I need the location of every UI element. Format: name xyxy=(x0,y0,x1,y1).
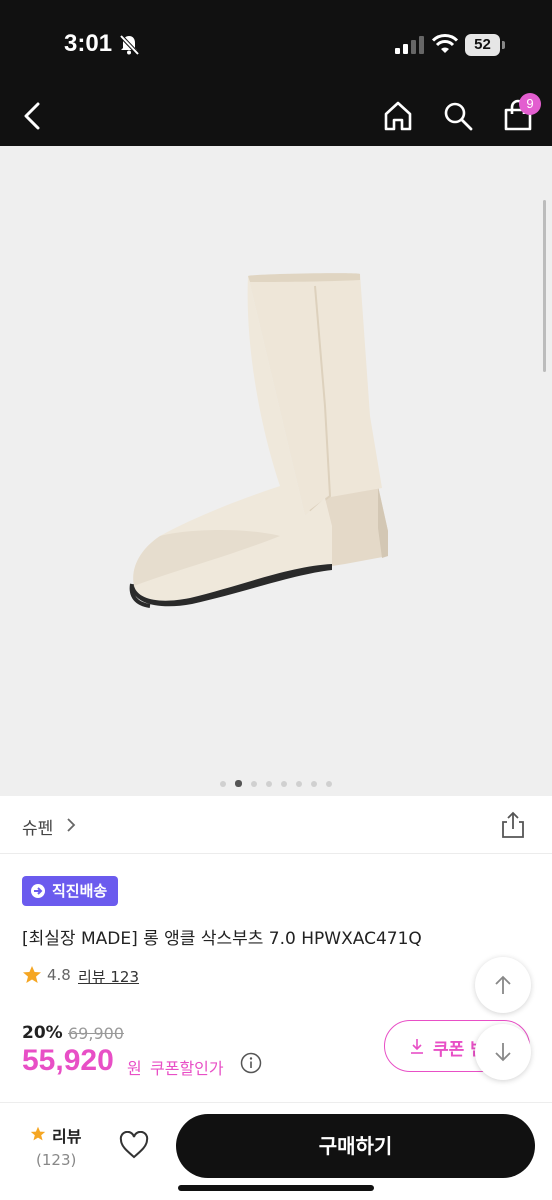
coupon-price-label: 쿠폰할인가 xyxy=(150,1059,224,1078)
pagination-dot xyxy=(326,781,333,787)
cart-count-badge: 9 xyxy=(519,93,541,115)
bell-slash-icon xyxy=(119,34,140,56)
info-icon[interactable] xyxy=(240,1052,262,1074)
home-indicator xyxy=(178,1185,374,1191)
delivery-arrow-icon xyxy=(31,884,45,898)
currency-unit: 원 xyxy=(127,1059,142,1078)
scrollbar[interactable] xyxy=(543,200,546,372)
scroll-to-bottom-button[interactable] xyxy=(475,1024,531,1080)
star-icon xyxy=(30,1126,46,1141)
pagination-dot xyxy=(219,781,226,787)
share-icon[interactable] xyxy=(498,810,528,840)
pagination-dot xyxy=(296,781,303,787)
product-title: [최실장 MADE] 롱 앵클 삭스부츠 7.0 HPWXAC471Q xyxy=(22,929,422,949)
status-bar: 3:01 52 xyxy=(0,0,552,86)
pagination-dot xyxy=(250,781,257,787)
home-icon[interactable] xyxy=(380,98,416,134)
star-icon xyxy=(23,966,41,983)
direct-delivery-badge: 직진배송 xyxy=(22,876,118,906)
brand-link[interactable]: 슈펜 xyxy=(22,814,53,839)
heart-icon[interactable] xyxy=(119,1131,149,1159)
arrow-down-icon xyxy=(495,1043,511,1062)
back-icon[interactable] xyxy=(16,98,52,134)
pagination-dot xyxy=(311,781,318,787)
wifi-icon xyxy=(432,34,458,53)
top-nav-bar xyxy=(0,86,552,146)
rating-value: 4.8 xyxy=(47,966,71,984)
product-image-gallery[interactable] xyxy=(0,146,552,796)
badge-label: 직진배송 xyxy=(52,882,108,900)
signal-icon xyxy=(395,36,424,54)
arrow-up-icon xyxy=(495,975,511,994)
review-tab-label[interactable]: 리뷰 xyxy=(52,1123,81,1147)
review-count-link[interactable]: 리뷰 123 xyxy=(78,966,139,987)
pagination-dot xyxy=(281,781,288,787)
pagination-dot-active xyxy=(234,780,242,787)
ankle-boot-image xyxy=(129,273,388,608)
download-icon xyxy=(411,1039,423,1054)
status-time: 3:01 xyxy=(64,30,113,57)
discount-rate: 20% xyxy=(22,1023,63,1043)
review-tab-count[interactable]: (123) xyxy=(36,1151,76,1169)
scroll-to-top-button[interactable] xyxy=(475,957,531,1013)
chevron-right-icon[interactable] xyxy=(64,816,78,834)
search-icon[interactable] xyxy=(440,98,476,134)
pagination-dot xyxy=(265,781,272,787)
battery-icon: 52 xyxy=(465,34,505,56)
battery-level: 52 xyxy=(465,34,500,56)
gallery-pagination xyxy=(0,772,552,787)
buy-button[interactable]: 구매하기 xyxy=(176,1114,535,1178)
brand-row: 슈펜 xyxy=(0,796,552,854)
sale-price: 55,920 xyxy=(22,1044,114,1077)
original-price: 69,900 xyxy=(68,1024,124,1043)
